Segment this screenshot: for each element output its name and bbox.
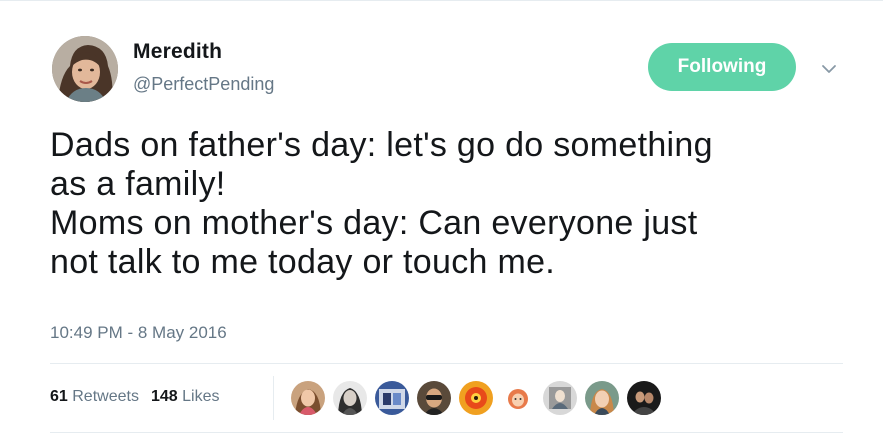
liker-avatars bbox=[291, 381, 669, 417]
liker-avatar-4[interactable] bbox=[417, 381, 451, 415]
tweet-line: not talk to me today or touch me. bbox=[50, 243, 556, 281]
tweet-line: Moms on mother's day: Can everyone just bbox=[50, 204, 698, 242]
tweet-line: as a family! bbox=[50, 165, 226, 203]
tweet-timestamp[interactable]: 10:49 PM - 8 May 2016 bbox=[50, 323, 227, 343]
liker-avatar-8[interactable] bbox=[585, 381, 619, 415]
liker-avatar-1[interactable] bbox=[291, 381, 325, 415]
divider bbox=[273, 376, 274, 420]
liker-avatar-9[interactable] bbox=[627, 381, 661, 415]
author-handle[interactable]: @PerfectPending bbox=[133, 74, 274, 95]
chevron-down-icon[interactable] bbox=[818, 58, 840, 80]
tweet-stats: 61 Retweets 148 Likes bbox=[50, 388, 231, 406]
following-button[interactable]: Following bbox=[648, 43, 796, 91]
likes-count: 148 bbox=[150, 388, 178, 405]
likes-label: Likes bbox=[182, 388, 220, 405]
retweets-stat[interactable]: 61 Retweets bbox=[50, 388, 139, 406]
likes-stat[interactable]: 148 Likes bbox=[151, 388, 220, 406]
author-name[interactable]: Meredith bbox=[133, 40, 222, 64]
liker-avatar-5[interactable] bbox=[459, 381, 493, 415]
liker-avatar-2[interactable] bbox=[333, 381, 367, 415]
liker-avatar-3[interactable] bbox=[375, 381, 409, 415]
tweet-card: Meredith @PerfectPending Following Dads … bbox=[0, 0, 883, 436]
author-avatar[interactable] bbox=[52, 36, 118, 102]
divider bbox=[0, 0, 883, 1]
tweet-text: Dads on father's day: let's go do someth… bbox=[50, 126, 850, 282]
liker-avatar-6[interactable] bbox=[501, 381, 535, 415]
retweets-count: 61 bbox=[50, 388, 68, 405]
retweets-label: Retweets bbox=[72, 388, 139, 405]
divider bbox=[50, 363, 843, 364]
divider bbox=[50, 432, 843, 433]
liker-avatar-7[interactable] bbox=[543, 381, 577, 415]
tweet-line: Dads on father's day: let's go do someth… bbox=[50, 126, 713, 164]
